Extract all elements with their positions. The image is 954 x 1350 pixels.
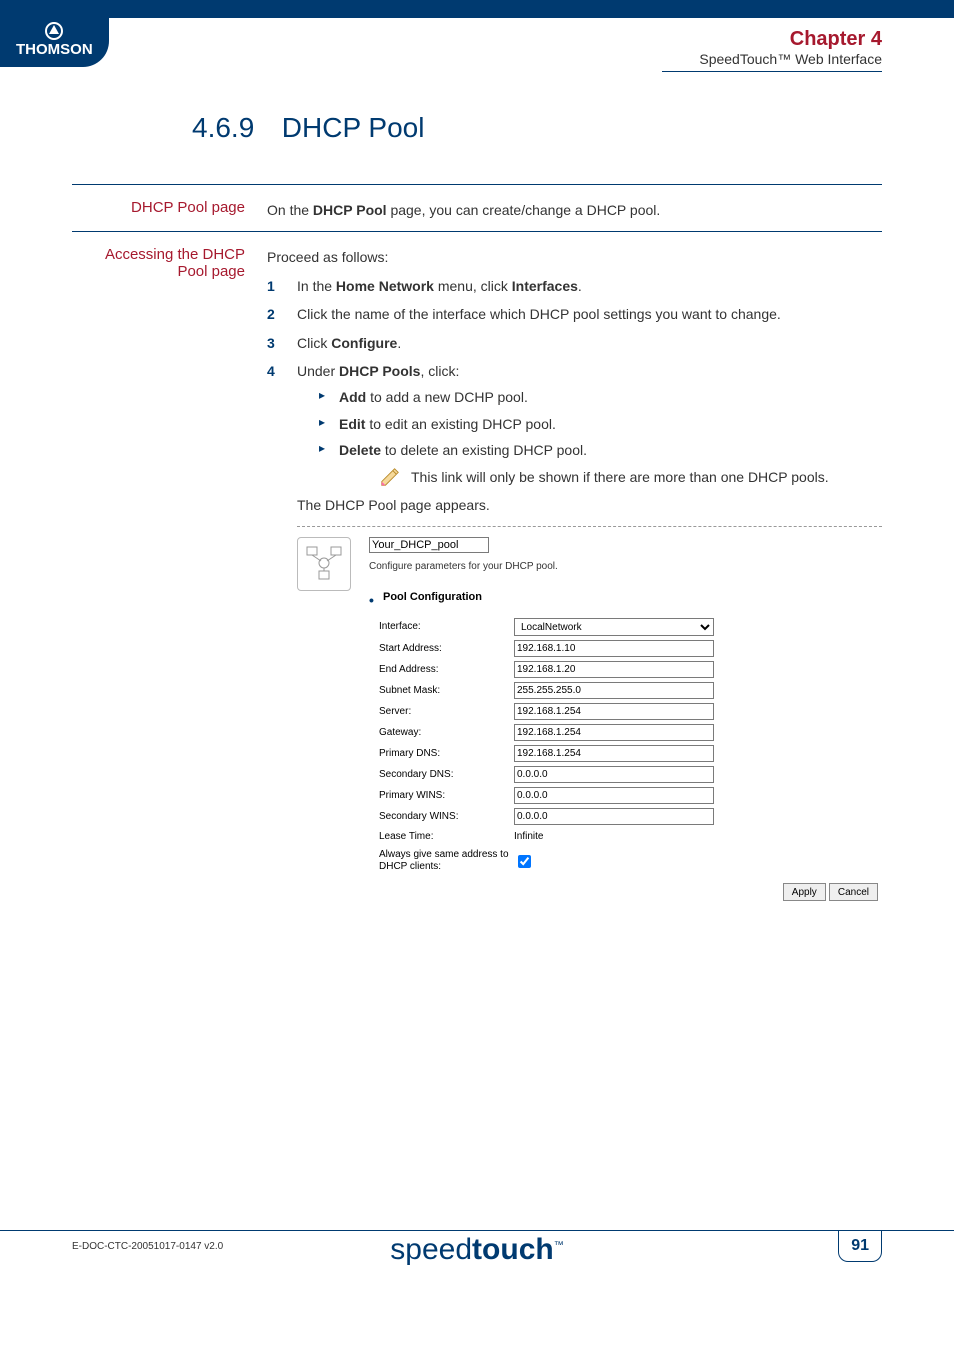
row-lease-time: Lease Time: Infinite xyxy=(379,829,882,845)
section-number: 4.6.9 xyxy=(192,112,274,144)
block-label: DHCP Pool page xyxy=(72,199,267,221)
logo-text: THOMSON xyxy=(16,41,93,58)
primary-dns-input[interactable] xyxy=(514,745,714,762)
content: 4.6.9 DHCP Pool DHCP Pool page On the DH… xyxy=(0,72,954,908)
sub-add: Add to add a new DCHP pool. xyxy=(319,386,882,408)
pool-description: Configure parameters for your DHCP pool. xyxy=(369,559,882,575)
block-body: On the DHCP Pool page, you can create/ch… xyxy=(267,199,882,221)
chapter-title: Chapter 4 xyxy=(662,28,882,51)
always-same-checkbox[interactable] xyxy=(518,855,531,868)
row-always-same: Always give same address to DHCP clients… xyxy=(379,849,882,873)
apply-button[interactable]: Apply xyxy=(783,883,826,901)
dhcp-pool-panel: Configure parameters for your DHCP pool.… xyxy=(297,526,882,901)
block-body: Proceed as follows: In the Home Network … xyxy=(267,246,882,907)
doc-id: E-DOC-CTC-20051017-0147 v2.0 xyxy=(72,1241,223,1252)
row-subnet-mask: Subnet Mask: xyxy=(379,682,882,699)
subnet-mask-input[interactable] xyxy=(514,682,714,699)
start-address-input[interactable] xyxy=(514,640,714,657)
sub-list: Add to add a new DCHP pool. Edit to edit… xyxy=(297,386,882,488)
row-interface: Interface: LocalNetwork xyxy=(379,618,882,636)
footer: E-DOC-CTC-20051017-0147 v2.0 speedtouch™… xyxy=(0,1230,954,1262)
row-gateway: Gateway: xyxy=(379,724,882,741)
block-accessing: Accessing the DHCP Pool page Proceed as … xyxy=(72,231,882,907)
page-number: 91 xyxy=(838,1231,882,1262)
outro-text: The DHCP Pool page appears. xyxy=(297,494,882,516)
top-bar xyxy=(0,0,954,18)
note-icon xyxy=(379,466,401,488)
row-primary-dns: Primary DNS: xyxy=(379,745,882,762)
primary-wins-input[interactable] xyxy=(514,787,714,804)
button-row: Apply Cancel xyxy=(369,883,882,901)
section-heading: 4.6.9 DHCP Pool xyxy=(192,112,882,144)
pool-name-input[interactable] xyxy=(369,537,489,553)
row-secondary-dns: Secondary DNS: xyxy=(379,766,882,783)
step-2: Click the name of the interface which DH… xyxy=(267,303,882,325)
step-3: Click Configure. xyxy=(267,332,882,354)
row-primary-wins: Primary WINS: xyxy=(379,787,882,804)
block-label: Accessing the DHCP Pool page xyxy=(72,246,267,907)
section-title: DHCP Pool xyxy=(282,112,425,143)
note-row: This link will only be shown if there ar… xyxy=(339,466,882,488)
thomson-logo-icon xyxy=(44,22,64,40)
form-grid: Interface: LocalNetwork Start Address: E… xyxy=(369,618,882,873)
lease-time-value: Infinite xyxy=(514,829,543,845)
row-server: Server: xyxy=(379,703,882,720)
gateway-input[interactable] xyxy=(514,724,714,741)
header: THOMSON Chapter 4 SpeedTouch™ Web Interf… xyxy=(0,18,954,72)
chapter-block: Chapter 4 SpeedTouch™ Web Interface xyxy=(662,18,882,72)
pool-config-heading: Pool Configuration xyxy=(369,589,882,607)
secondary-dns-input[interactable] xyxy=(514,766,714,783)
cancel-button[interactable]: Cancel xyxy=(829,883,878,901)
panel-main: Configure parameters for your DHCP pool.… xyxy=(369,537,882,901)
thomson-logo: THOMSON xyxy=(0,18,109,67)
step-4: Under DHCP Pools, click: Add to add a ne… xyxy=(267,360,882,902)
step-1: In the Home Network menu, click Interfac… xyxy=(267,275,882,297)
sub-delete: Delete to delete an existing DHCP pool. … xyxy=(319,439,882,488)
network-icon xyxy=(297,537,351,591)
interface-select[interactable]: LocalNetwork xyxy=(514,618,714,636)
intro-text: Proceed as follows: xyxy=(267,246,882,268)
steps-list: In the Home Network menu, click Interfac… xyxy=(267,275,882,902)
chapter-subtitle: SpeedTouch™ Web Interface xyxy=(662,51,882,67)
row-start-address: Start Address: xyxy=(379,640,882,657)
note-text: This link will only be shown if there ar… xyxy=(411,466,829,488)
row-secondary-wins: Secondary WINS: xyxy=(379,808,882,825)
server-input[interactable] xyxy=(514,703,714,720)
sub-edit: Edit to edit an existing DHCP pool. xyxy=(319,413,882,435)
row-end-address: End Address: xyxy=(379,661,882,678)
end-address-input[interactable] xyxy=(514,661,714,678)
secondary-wins-input[interactable] xyxy=(514,808,714,825)
block-dhcp-pool-page: DHCP Pool page On the DHCP Pool page, yo… xyxy=(72,184,882,221)
